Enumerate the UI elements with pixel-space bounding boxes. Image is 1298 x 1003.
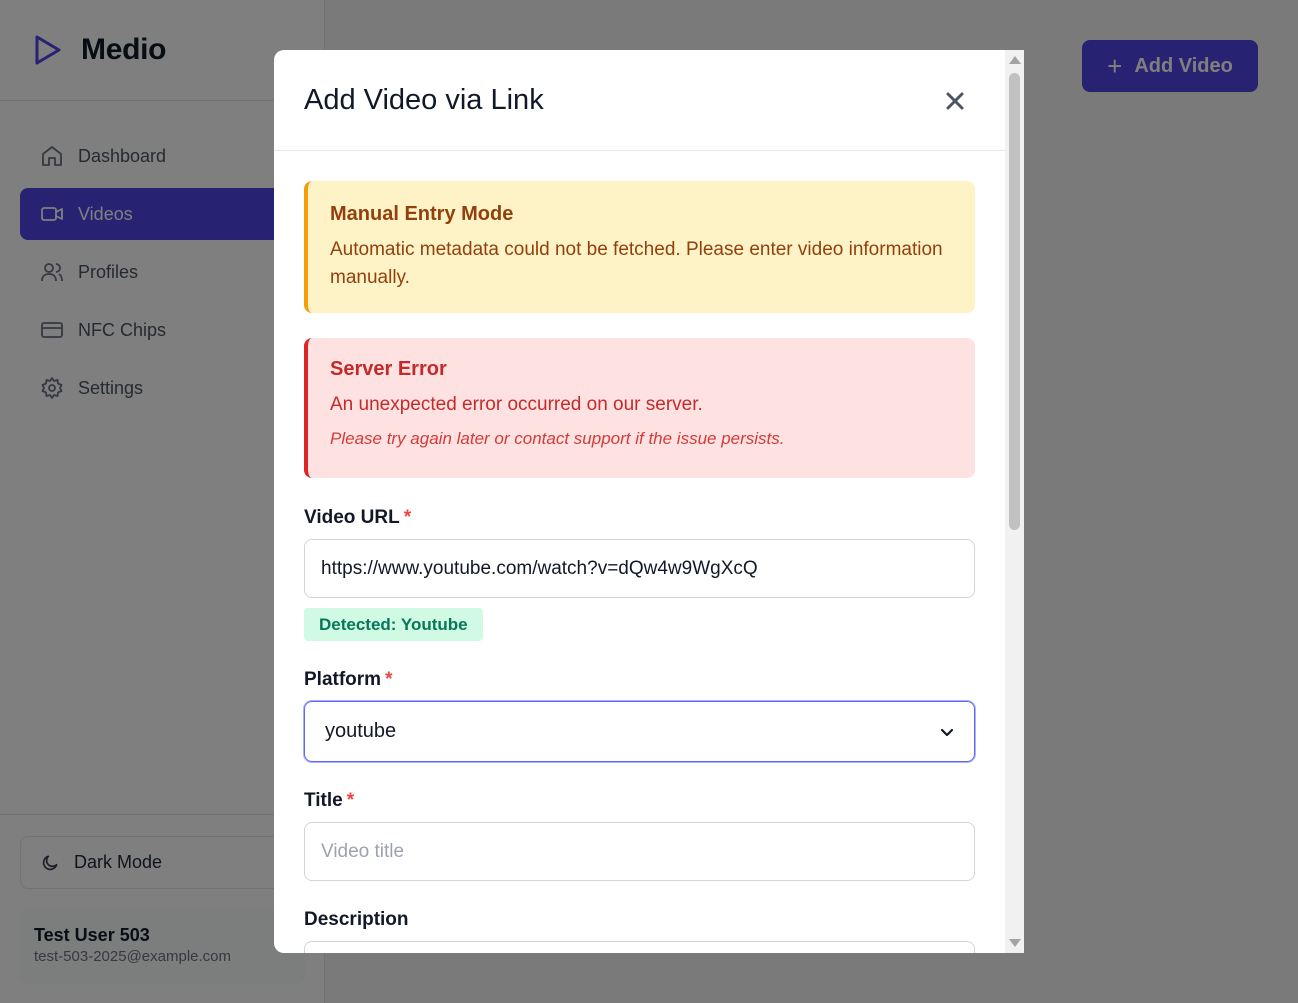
scrollbar-thumb[interactable] — [1009, 73, 1020, 530]
chevron-down-icon — [940, 728, 954, 736]
manual-entry-alert: Manual Entry Mode Automatic metadata cou… — [304, 181, 975, 313]
video-url-label: Video URL * — [304, 507, 975, 529]
alert-text: An unexpected error occurred on our serv… — [330, 394, 703, 415]
scroll-down-arrow-icon[interactable] — [1009, 939, 1021, 947]
required-marker: * — [346, 790, 355, 811]
video-url-label-text: Video URL — [304, 507, 400, 528]
required-marker: * — [403, 507, 412, 528]
title-label-text: Title — [304, 790, 343, 811]
required-marker: * — [385, 669, 393, 690]
modal-title: Add Video via Link — [304, 84, 544, 116]
alert-title: Server Error — [330, 358, 447, 380]
server-error-alert: Server Error An unexpected error occurre… — [304, 338, 975, 478]
title-label: Title * — [304, 790, 975, 812]
alert-text: Automatic metadata could not be fetched.… — [330, 239, 943, 288]
platform-select-value: youtube — [325, 720, 397, 742]
alert-hint: Please try again later or contact suppor… — [330, 429, 785, 448]
title-input[interactable]: Video title — [304, 822, 975, 881]
close-icon — [946, 92, 964, 110]
description-textarea[interactable] — [304, 941, 975, 953]
modal-body: Manual Entry Mode Automatic metadata cou… — [304, 181, 975, 953]
alert-title: Manual Entry Mode — [330, 203, 514, 225]
modal-header: Add Video via Link — [274, 50, 1005, 151]
modal-scrollbar[interactable] — [1005, 50, 1024, 953]
video-url-input[interactable]: https://www.youtube.com/watch?v=dQw4w9Wg… — [304, 539, 975, 598]
detected-platform-badge: Detected: Youtube — [304, 608, 483, 641]
add-video-modal: Add Video via Link Manual Entry Mode Aut… — [274, 50, 1024, 953]
description-label: Description — [304, 909, 409, 930]
platform-label-text: Platform — [304, 669, 382, 690]
platform-select[interactable]: youtube — [304, 701, 975, 762]
close-button[interactable] — [942, 88, 968, 114]
scroll-up-arrow-icon[interactable] — [1009, 56, 1021, 64]
platform-label: Platform * — [304, 669, 975, 691]
